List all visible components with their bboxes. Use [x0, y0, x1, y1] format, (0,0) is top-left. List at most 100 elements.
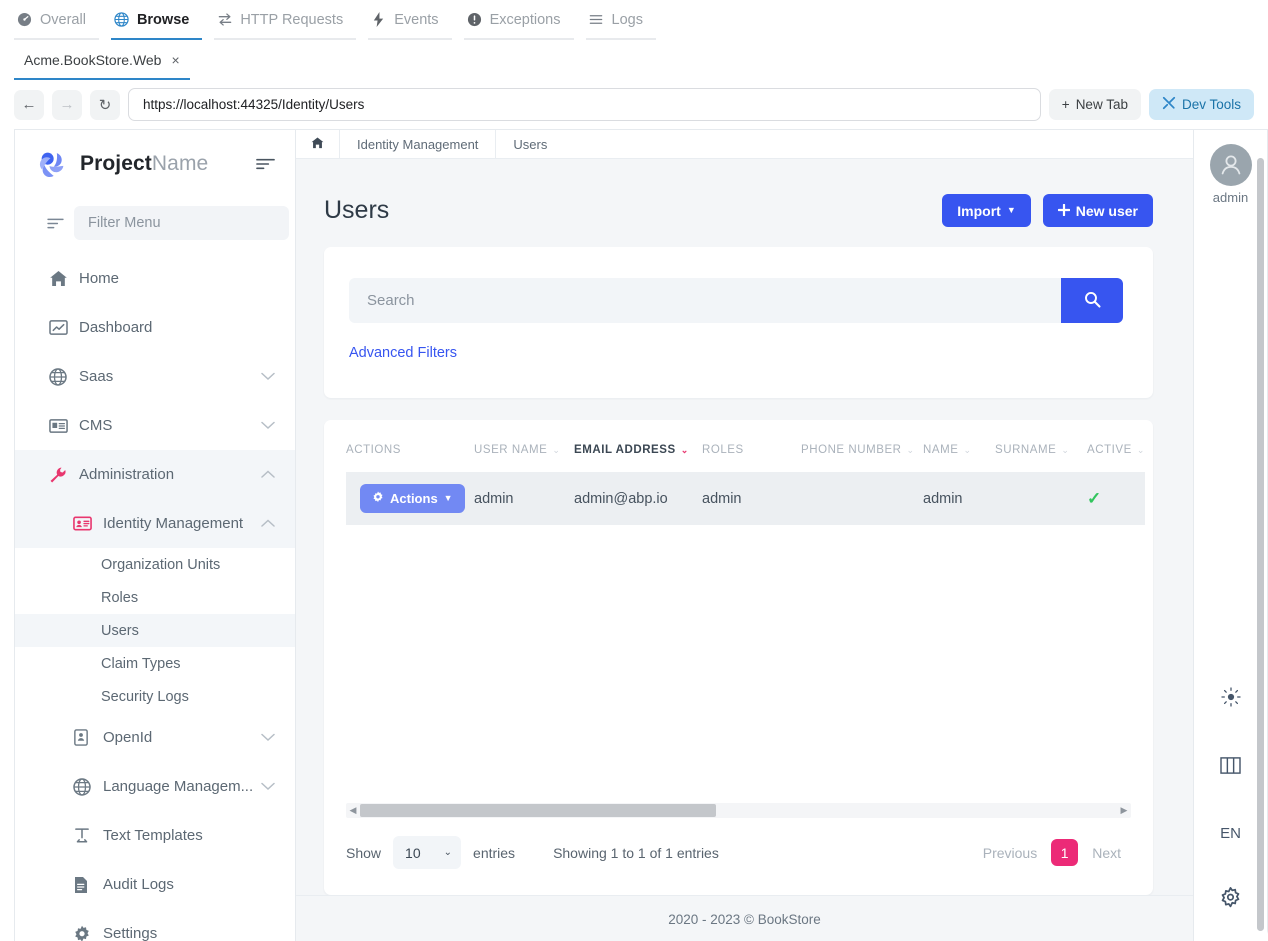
devtools-tab-exceptions[interactable]: Exceptions	[463, 1, 574, 40]
devtools-tab-label: Logs	[611, 11, 643, 28]
previous-page-button[interactable]: Previous	[973, 839, 1047, 867]
col-phone-number[interactable]: PHONE NUMBER ⌄	[801, 444, 923, 472]
menu-collapse-icon[interactable]	[256, 157, 275, 171]
breadcrumb-home[interactable]	[296, 130, 340, 158]
devtools-tab-http-requests[interactable]: HTTP Requests	[214, 1, 357, 40]
sidebar-item-claim-types[interactable]: Claim Types	[15, 647, 295, 680]
col-roles[interactable]: ROLES	[702, 444, 801, 472]
devtools-tab-logs[interactable]: Logs	[585, 1, 656, 40]
sidebar-item-label: Settings	[103, 925, 158, 941]
search-input[interactable]	[349, 278, 1061, 323]
table-footer: Show 10 25 50 100 ⌄ entries Showing 1 to…	[324, 818, 1153, 895]
sidebar-item-language-management[interactable]: Language Managem...	[15, 762, 295, 811]
sidebar-item-home[interactable]: Home	[15, 254, 295, 303]
chevron-down-icon[interactable]	[261, 421, 275, 430]
sidebar-item-users[interactable]: Users	[15, 614, 295, 647]
col-label: ACTIVE	[1087, 444, 1132, 456]
scrollbar-track[interactable]	[360, 804, 1117, 817]
sidebar-item-dashboard[interactable]: Dashboard	[15, 303, 295, 352]
user-menu[interactable]: admin	[1209, 144, 1252, 205]
sidebar-item-label: Text Templates	[103, 827, 203, 844]
page-length-select[interactable]: 10 25 50 100	[393, 836, 462, 869]
col-email-address[interactable]: EMAIL ADDRESS ⌄	[574, 444, 702, 472]
chevron-down-icon[interactable]	[261, 372, 275, 381]
devtools-tab-overall[interactable]: Overall	[14, 1, 99, 40]
reload-button[interactable]: ↻	[90, 89, 120, 120]
avatar	[1209, 144, 1252, 186]
gauge-icon	[16, 11, 33, 28]
brightness-icon[interactable]	[1207, 673, 1255, 721]
home-icon	[311, 137, 324, 152]
scroll-right-arrow-icon[interactable]: ▶	[1117, 805, 1131, 816]
advanced-filters-link[interactable]: Advanced Filters	[349, 345, 457, 361]
brand[interactable]: ProjectName	[15, 130, 295, 198]
devtools-tab-events[interactable]: Events	[368, 1, 452, 40]
scrollbar-thumb[interactable]	[1257, 158, 1264, 931]
page-footer: 2020 - 2023 © BookStore	[296, 895, 1193, 941]
filter-menu-input[interactable]	[74, 206, 289, 240]
back-button[interactable]: ←	[14, 89, 44, 120]
sidebar-item-label: Dashboard	[79, 319, 153, 336]
logo-icon	[37, 149, 68, 180]
col-name[interactable]: NAME ⌄	[923, 444, 995, 472]
sidebar-item-administration[interactable]: Administration	[15, 450, 295, 499]
import-button[interactable]: Import ▼	[942, 194, 1031, 227]
sidebar-item-label: Audit Logs	[103, 876, 174, 893]
devtools-tab-label: HTTP Requests	[240, 11, 344, 28]
page-content: Users Import ▼ New user Search Advanced …	[296, 159, 1193, 941]
sidebar-item-settings[interactable]: Settings	[15, 909, 295, 941]
sidebar-item-label: Language Managem...	[103, 778, 254, 795]
new-user-button[interactable]: New user	[1042, 194, 1153, 227]
sidebar-item-text-templates[interactable]: Text Templates	[15, 811, 295, 860]
col-surname[interactable]: SURNAME ⌄	[995, 444, 1087, 472]
globe-icon	[49, 367, 79, 386]
page-number-1[interactable]: 1	[1051, 839, 1079, 866]
import-label: Import	[957, 202, 1001, 219]
sidebar-item-openid[interactable]: OpenId	[15, 713, 295, 762]
table-row: Actions ▼ admin admin@abp.io admin admin	[346, 472, 1145, 525]
dev-tools-button[interactable]: Dev Tools	[1148, 89, 1254, 120]
scroll-left-arrow-icon[interactable]: ◀	[346, 805, 360, 816]
table-horizontal-scrollbar[interactable]: ◀ ▶	[346, 803, 1131, 818]
sidebar-item-audit-logs[interactable]: Audit Logs	[15, 860, 295, 909]
chevron-up-icon[interactable]	[261, 470, 275, 479]
avatar-name: admin	[1212, 190, 1249, 205]
sidebar-menu: Home Dashboard Saas CMS Administration I…	[15, 254, 295, 941]
gear-icon	[372, 491, 384, 506]
columns-icon[interactable]	[1207, 741, 1255, 789]
browser-tab-strip: Acme.BookStore.Web ×	[0, 40, 1268, 80]
row-actions-button[interactable]: Actions ▼	[360, 484, 465, 513]
breadcrumb-item-users[interactable]: Users	[496, 130, 564, 158]
sidebar-item-organization-units[interactable]: Organization Units	[15, 548, 295, 581]
sidebar-item-identity-management[interactable]: Identity Management	[15, 499, 295, 548]
col-user-name[interactable]: USER NAME ⌄	[474, 444, 574, 472]
breadcrumb-item-identity-management[interactable]: Identity Management	[340, 130, 497, 158]
sidebar-item-security-logs[interactable]: Security Logs	[15, 680, 295, 713]
devtools-tab-label: Overall	[40, 11, 86, 28]
next-page-button[interactable]: Next	[1082, 839, 1131, 867]
close-icon[interactable]: ×	[171, 53, 179, 67]
chevron-down-icon[interactable]	[261, 733, 275, 742]
language-icon[interactable]: EN	[1207, 809, 1255, 857]
chevron-up-icon[interactable]	[261, 519, 275, 528]
sidebar-item-cms[interactable]: CMS	[15, 401, 295, 450]
new-user-label: New user	[1075, 202, 1138, 219]
col-active[interactable]: ACTIVE ⌄	[1087, 444, 1145, 472]
browser-tab[interactable]: Acme.BookStore.Web ×	[14, 42, 190, 80]
sidebar-item-saas[interactable]: Saas	[15, 352, 295, 401]
new-tab-button[interactable]: + New Tab	[1048, 89, 1141, 120]
pagination: Previous 1 Next	[973, 839, 1131, 867]
devtools-tab-browse[interactable]: Browse	[110, 1, 203, 40]
cell-user-name: admin	[474, 472, 574, 525]
sidebar-item-roles[interactable]: Roles	[15, 581, 295, 614]
url-input[interactable]: https://localhost:44325/Identity/Users	[128, 88, 1041, 121]
scrollbar-thumb[interactable]	[360, 804, 716, 817]
gear-icon[interactable]	[1207, 873, 1255, 921]
page-vertical-scrollbar[interactable]	[1257, 158, 1264, 931]
forward-button[interactable]: →	[52, 89, 82, 120]
exchange-icon	[216, 11, 233, 28]
search-button[interactable]	[1061, 278, 1123, 323]
chevron-down-icon[interactable]	[261, 782, 275, 791]
sort-icon: ⌄	[680, 445, 689, 455]
col-label: NAME	[923, 444, 959, 456]
